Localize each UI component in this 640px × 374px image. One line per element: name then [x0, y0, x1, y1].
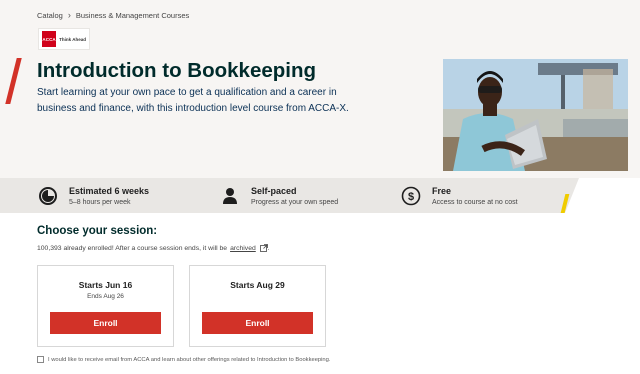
feature-price-heading: Free [432, 185, 452, 196]
course-subtitle: Start learning at your own pace to get a… [37, 87, 349, 114]
session-heading: Choose your session: [37, 225, 158, 237]
enrollment-info: 100,393 already enrolled! After a course… [37, 244, 270, 252]
enrollment-text: 100,393 already enrolled! After a course… [37, 244, 228, 252]
course-hero-image [443, 59, 628, 171]
enrollment-period: . [267, 244, 270, 252]
feature-price: $ Free Access to course at no cost [400, 178, 518, 213]
page-title: Introduction to Bookkeeping [37, 59, 317, 82]
archived-link[interactable]: archived [230, 245, 256, 252]
svg-text:$: $ [408, 191, 414, 203]
feature-price-detail: Access to course at no cost [432, 198, 518, 206]
enroll-button[interactable]: Enroll [202, 312, 313, 334]
acca-logo[interactable]: ACCA Think Ahead [38, 28, 90, 50]
feature-duration-detail: 5–8 hours per week [69, 198, 131, 206]
breadcrumb-category[interactable]: Business & Management Courses [76, 11, 189, 20]
student-laptop-illustration [443, 59, 628, 171]
breadcrumb-catalog[interactable]: Catalog [37, 11, 63, 20]
external-link-icon[interactable] [259, 244, 268, 252]
session-card: Starts Aug 29 Enroll [189, 265, 326, 347]
email-consent[interactable]: I would like to receive email from ACCA … [37, 356, 331, 363]
dollar-icon: $ [400, 185, 422, 207]
feature-pace-heading: Self-paced [251, 185, 297, 196]
chevron-right-icon: › [67, 10, 71, 20]
clock-icon [37, 185, 59, 207]
course-hero: Catalog › Business & Management Courses … [0, 0, 640, 178]
feature-duration: Estimated 6 weeks 5–8 hours per week [37, 178, 149, 213]
logo-tagline: Think Ahead [59, 36, 86, 42]
feature-pace-detail: Progress at your own speed [251, 198, 339, 206]
session-start-date: Starts Aug 29 [230, 280, 285, 290]
session-card: Starts Jun 16 Ends Aug 26 Enroll [37, 265, 174, 347]
breadcrumb: Catalog › Business & Management Courses [37, 10, 189, 20]
feature-pace: Self-paced Progress at your own speed [219, 178, 338, 213]
logo-mark: ACCA [42, 31, 57, 47]
course-features-band: Estimated 6 weeks 5–8 hours per week Sel… [0, 178, 565, 213]
feature-duration-heading: Estimated 6 weeks [69, 185, 150, 196]
email-consent-label: I would like to receive email from ACCA … [48, 356, 331, 363]
decorative-red-slash [5, 58, 22, 104]
session-start-date: Starts Jun 16 [78, 280, 133, 290]
enroll-button[interactable]: Enroll [50, 312, 161, 334]
person-icon [219, 185, 241, 207]
email-consent-checkbox[interactable] [37, 356, 44, 363]
session-end-date: Ends Aug 26 [87, 293, 124, 300]
